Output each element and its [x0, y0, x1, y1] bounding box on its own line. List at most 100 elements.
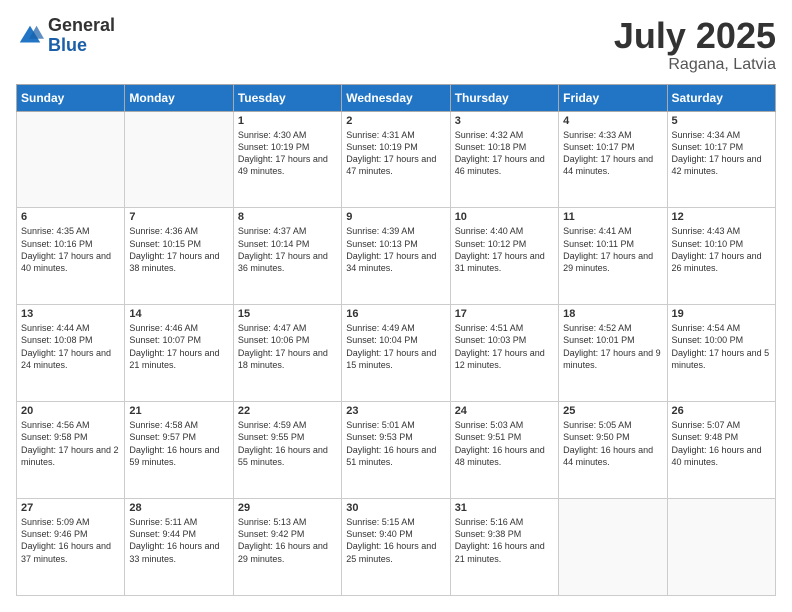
- calendar-cell: [17, 111, 125, 208]
- day-info: Sunrise: 5:03 AMSunset: 9:51 PMDaylight:…: [455, 419, 554, 468]
- calendar-cell: 29 Sunrise: 5:13 AMSunset: 9:42 PMDayligh…: [233, 499, 341, 596]
- day-number: 24: [455, 405, 554, 417]
- calendar-cell: 4Sunrise: 4:33 AMSunset: 10:17 PMDayligh…: [559, 111, 667, 208]
- calendar-cell: 30 Sunrise: 5:15 AMSunset: 9:40 PMDayligh…: [342, 499, 450, 596]
- day-number: 9: [346, 211, 445, 223]
- weekday-header-thursday: Thursday: [450, 84, 558, 111]
- day-info: Sunrise: 4:31 AMSunset: 10:19 PMDaylight…: [346, 129, 445, 178]
- week-row-2: 6 Sunrise: 4:35 AMSunset: 10:16 PMDayligh…: [17, 208, 776, 305]
- calendar-cell: 25 Sunrise: 5:05 AMSunset: 9:50 PMDayligh…: [559, 402, 667, 499]
- week-row-1: 1Sunrise: 4:30 AMSunset: 10:19 PMDayligh…: [17, 111, 776, 208]
- day-info: Sunrise: 4:59 AMSunset: 9:55 PMDaylight:…: [238, 419, 337, 468]
- day-number: 29: [238, 502, 337, 514]
- calendar-cell: 16Sunrise: 4:49 AMSunset: 10:04 PMDaylig…: [342, 305, 450, 402]
- day-number: 15: [238, 308, 337, 320]
- day-number: 10: [455, 211, 554, 223]
- calendar-cell: 3Sunrise: 4:32 AMSunset: 10:18 PMDayligh…: [450, 111, 558, 208]
- calendar-cell: 12Sunrise: 4:43 AMSunset: 10:10 PMDaylig…: [667, 208, 775, 305]
- calendar-cell: 9 Sunrise: 4:39 AMSunset: 10:13 PMDayligh…: [342, 208, 450, 305]
- calendar-cell: 10 Sunrise: 4:40 AMSunset: 10:12 PMDaylig…: [450, 208, 558, 305]
- day-number: 20: [21, 405, 120, 417]
- day-number: 17: [455, 308, 554, 320]
- calendar-cell: 21Sunrise: 4:58 AMSunset: 9:57 PMDayligh…: [125, 402, 233, 499]
- day-info: Sunrise: 4:32 AMSunset: 10:18 PMDaylight…: [455, 129, 554, 178]
- header: General Blue July 2025 Ragana, Latvia: [16, 16, 776, 74]
- day-number: 7: [129, 211, 228, 223]
- day-number: 4: [563, 115, 662, 127]
- day-info: Sunrise: 4:46 AMSunset: 10:07 PMDaylight…: [129, 322, 228, 371]
- day-info: Sunrise: 5:01 AMSunset: 9:53 PMDaylight:…: [346, 419, 445, 468]
- calendar-cell: 8Sunrise: 4:37 AMSunset: 10:14 PMDayligh…: [233, 208, 341, 305]
- calendar-cell: 6 Sunrise: 4:35 AMSunset: 10:16 PMDayligh…: [17, 208, 125, 305]
- calendar-cell: 22Sunrise: 4:59 AMSunset: 9:55 PMDayligh…: [233, 402, 341, 499]
- day-number: 31: [455, 502, 554, 514]
- day-info: Sunrise: 5:16 AMSunset: 9:38 PMDaylight:…: [455, 516, 554, 565]
- day-number: 19: [672, 308, 771, 320]
- day-number: 14: [129, 308, 228, 320]
- day-number: 6: [21, 211, 120, 223]
- day-info: Sunrise: 4:47 AMSunset: 10:06 PMDaylight…: [238, 322, 337, 371]
- calendar-cell: 18 Sunrise: 4:52 AMSunset: 10:01 PMDaylig…: [559, 305, 667, 402]
- day-number: 1: [238, 115, 337, 127]
- calendar-cell: 27 Sunrise: 5:09 AMSunset: 9:46 PMDayligh…: [17, 499, 125, 596]
- weekday-header-wednesday: Wednesday: [342, 84, 450, 111]
- day-number: 12: [672, 211, 771, 223]
- calendar-cell: 31 Sunrise: 5:16 AMSunset: 9:38 PMDayligh…: [450, 499, 558, 596]
- day-info: Sunrise: 4:40 AMSunset: 10:12 PMDaylight…: [455, 225, 554, 274]
- day-number: 2: [346, 115, 445, 127]
- day-number: 13: [21, 308, 120, 320]
- calendar-cell: [559, 499, 667, 596]
- week-row-5: 27 Sunrise: 5:09 AMSunset: 9:46 PMDayligh…: [17, 499, 776, 596]
- day-info: Sunrise: 4:34 AMSunset: 10:17 PMDaylight…: [672, 129, 771, 178]
- day-number: 8: [238, 211, 337, 223]
- logo-blue: Blue: [48, 36, 115, 56]
- calendar-cell: 20 Sunrise: 4:56 AMSunset: 9:58 PMDayligh…: [17, 402, 125, 499]
- day-info: Sunrise: 5:11 AMSunset: 9:44 PMDaylight:…: [129, 516, 228, 565]
- logo-general: General: [48, 16, 115, 36]
- day-number: 30: [346, 502, 445, 514]
- day-number: 11: [563, 211, 662, 223]
- day-info: Sunrise: 4:44 AMSunset: 10:08 PMDaylight…: [21, 322, 120, 371]
- calendar-cell: 26Sunrise: 5:07 AMSunset: 9:48 PMDayligh…: [667, 402, 775, 499]
- logo-text: General Blue: [48, 16, 115, 56]
- calendar-cell: 13 Sunrise: 4:44 AMSunset: 10:08 PMDaylig…: [17, 305, 125, 402]
- day-info: Sunrise: 4:36 AMSunset: 10:15 PMDaylight…: [129, 225, 228, 274]
- calendar-cell: 19 Sunrise: 4:54 AMSunset: 10:00 PMDaylig…: [667, 305, 775, 402]
- page: General Blue July 2025 Ragana, Latvia Su…: [0, 0, 792, 612]
- week-row-3: 13 Sunrise: 4:44 AMSunset: 10:08 PMDaylig…: [17, 305, 776, 402]
- calendar-cell: 15 Sunrise: 4:47 AMSunset: 10:06 PMDaylig…: [233, 305, 341, 402]
- day-info: Sunrise: 5:09 AMSunset: 9:46 PMDaylight:…: [21, 516, 120, 565]
- calendar-cell: 11Sunrise: 4:41 AMSunset: 10:11 PMDaylig…: [559, 208, 667, 305]
- day-number: 21: [129, 405, 228, 417]
- day-number: 27: [21, 502, 120, 514]
- calendar-cell: [125, 111, 233, 208]
- day-info: Sunrise: 4:35 AMSunset: 10:16 PMDaylight…: [21, 225, 120, 274]
- calendar-cell: 7 Sunrise: 4:36 AMSunset: 10:15 PMDayligh…: [125, 208, 233, 305]
- logo-icon: [16, 22, 44, 50]
- calendar-cell: 1Sunrise: 4:30 AMSunset: 10:19 PMDayligh…: [233, 111, 341, 208]
- week-row-4: 20 Sunrise: 4:56 AMSunset: 9:58 PMDayligh…: [17, 402, 776, 499]
- day-info: Sunrise: 5:05 AMSunset: 9:50 PMDaylight:…: [563, 419, 662, 468]
- weekday-header-row: SundayMondayTuesdayWednesdayThursdayFrid…: [17, 84, 776, 111]
- calendar-cell: 17Sunrise: 4:51 AMSunset: 10:03 PMDaylig…: [450, 305, 558, 402]
- day-number: 18: [563, 308, 662, 320]
- calendar-cell: 28 Sunrise: 5:11 AMSunset: 9:44 PMDayligh…: [125, 499, 233, 596]
- day-info: Sunrise: 5:15 AMSunset: 9:40 PMDaylight:…: [346, 516, 445, 565]
- title-block: July 2025 Ragana, Latvia: [614, 16, 776, 74]
- location-subtitle: Ragana, Latvia: [614, 56, 776, 74]
- day-info: Sunrise: 4:54 AMSunset: 10:00 PMDaylight…: [672, 322, 771, 371]
- weekday-header-saturday: Saturday: [667, 84, 775, 111]
- logo: General Blue: [16, 16, 115, 56]
- day-info: Sunrise: 4:39 AMSunset: 10:13 PMDaylight…: [346, 225, 445, 274]
- weekday-header-sunday: Sunday: [17, 84, 125, 111]
- day-number: 25: [563, 405, 662, 417]
- day-number: 23: [346, 405, 445, 417]
- day-number: 16: [346, 308, 445, 320]
- month-title: July 2025: [614, 16, 776, 56]
- day-number: 26: [672, 405, 771, 417]
- day-info: Sunrise: 5:13 AMSunset: 9:42 PMDaylight:…: [238, 516, 337, 565]
- day-info: Sunrise: 4:52 AMSunset: 10:01 PMDaylight…: [563, 322, 662, 371]
- calendar-cell: 2 Sunrise: 4:31 AMSunset: 10:19 PMDayligh…: [342, 111, 450, 208]
- day-number: 28: [129, 502, 228, 514]
- day-info: Sunrise: 4:56 AMSunset: 9:58 PMDaylight:…: [21, 419, 120, 468]
